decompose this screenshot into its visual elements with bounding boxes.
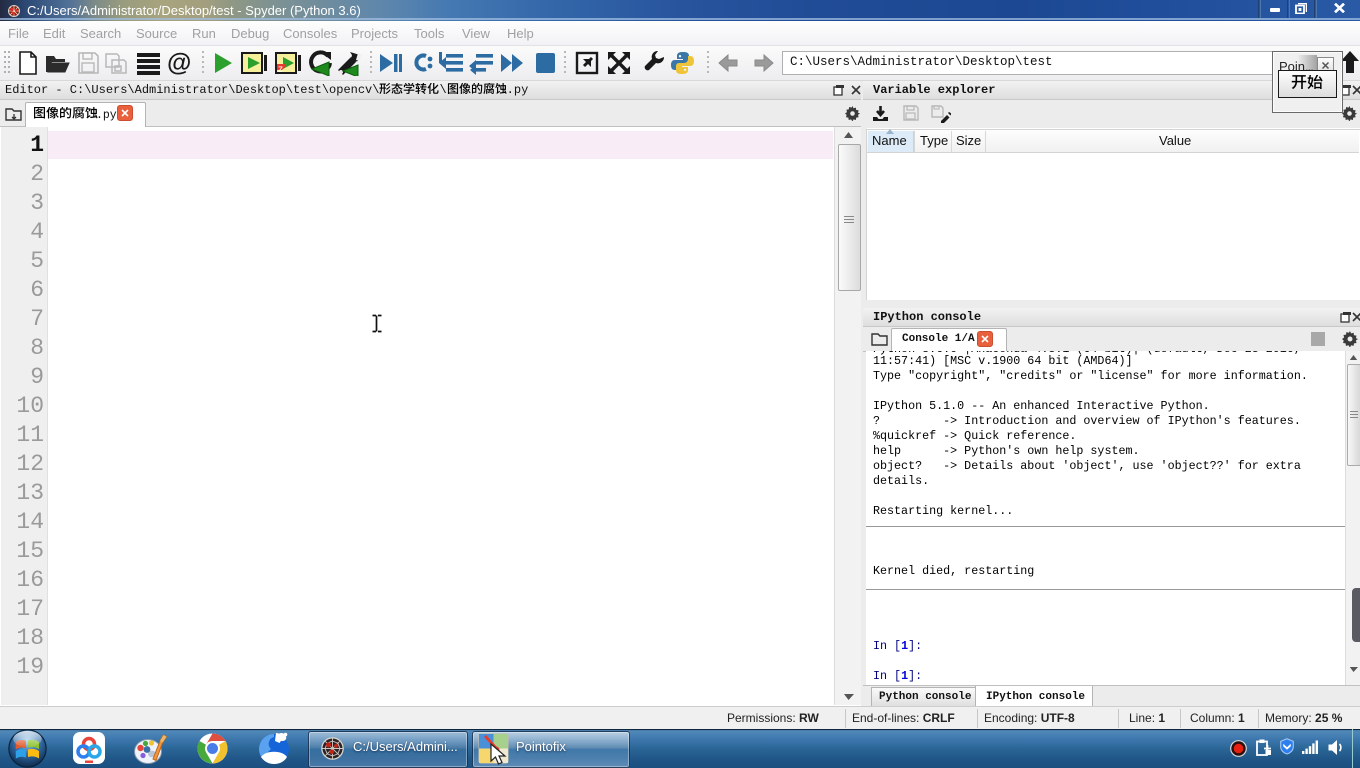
svg-text:z: z <box>278 64 283 75</box>
